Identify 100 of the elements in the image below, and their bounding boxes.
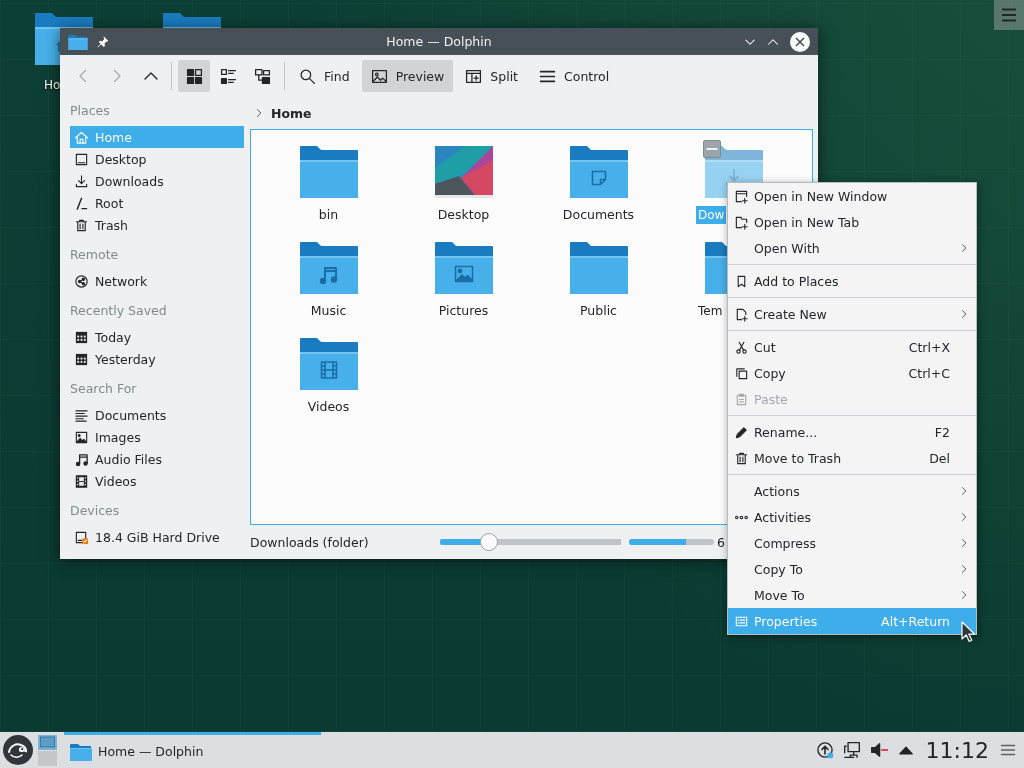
menu-item[interactable]: Create New	[728, 301, 976, 327]
file-name[interactable]: Tem	[696, 302, 725, 320]
virtual-desktop-icon[interactable]	[38, 734, 57, 750]
section-heading: Recently Saved	[70, 302, 168, 320]
clipboard-icon	[734, 391, 749, 407]
keyboard-shortcut: Del	[929, 450, 950, 466]
keyboard-shortcut: Ctrl+C	[908, 365, 950, 381]
find-button[interactable]: Find	[290, 60, 359, 92]
places-item[interactable]: Videos	[70, 470, 244, 492]
free-space-text: 6	[717, 534, 725, 550]
keyboard-shortcut: Alt+Return	[881, 613, 950, 629]
keyboard-shortcut: Ctrl+X	[908, 339, 950, 355]
image-icon	[74, 429, 89, 445]
pencil-icon	[734, 424, 749, 440]
places-item[interactable]: Yesterday	[70, 348, 244, 370]
app-launcher-icon[interactable]	[3, 735, 33, 765]
menu-item[interactable]: Move to Trash Del	[728, 445, 976, 471]
document-folder-icon[interactable]	[569, 146, 628, 198]
menu-icon[interactable]	[994, 0, 1024, 30]
home-icon	[74, 129, 89, 145]
clock[interactable]: 11:12	[925, 737, 989, 763]
places-item[interactable]: Today	[70, 326, 244, 348]
grid-view-icon	[185, 67, 203, 85]
menu-item[interactable]: Move To	[728, 582, 976, 608]
task-button[interactable]: Home — Dolphin	[64, 732, 321, 768]
section-heading: Search For	[70, 380, 138, 398]
places-item[interactable]: 18.4 GiB Hard Drive	[70, 526, 244, 548]
selection-toggle-icon[interactable]	[702, 140, 721, 158]
file-name[interactable]: Videos	[305, 398, 352, 416]
speaker-muted-icon[interactable]	[869, 741, 888, 759]
video-folder-icon[interactable]	[299, 338, 358, 390]
network-icon	[74, 273, 89, 289]
preview-button[interactable]: Preview	[361, 60, 454, 92]
folder-icon[interactable]	[569, 242, 628, 294]
menu-item[interactable]: Open in New Window	[728, 183, 976, 209]
menu-item[interactable]: Add to Places	[728, 268, 976, 294]
menu-item[interactable]: Compress	[728, 530, 976, 556]
hard-drive-icon	[74, 529, 89, 545]
places-item[interactable]: Images	[70, 426, 244, 448]
image-frame-icon	[370, 67, 388, 85]
folder-icon	[68, 33, 88, 50]
desktop-icon-label[interactable]: Ho	[44, 78, 61, 92]
calendar-icon	[74, 351, 89, 367]
close-icon[interactable]	[790, 31, 810, 52]
places-item[interactable]: Network	[70, 270, 244, 292]
file-name[interactable]: Music	[308, 302, 349, 320]
update-icon[interactable]	[815, 741, 834, 759]
file-name[interactable]: Pictures	[436, 302, 491, 320]
image-thumbnail[interactable]	[434, 146, 493, 198]
chevron-right-icon	[959, 590, 969, 600]
places-item[interactable]: Trash	[70, 214, 244, 236]
menu-item[interactable]: Copy Ctrl+C	[728, 360, 976, 386]
places-item[interactable]: Root	[70, 192, 244, 214]
split-button[interactable]: Split	[456, 60, 527, 92]
tree-view-icon	[253, 67, 271, 85]
section-heading: Devices	[70, 502, 121, 520]
new-tab-icon	[734, 214, 749, 230]
slider-handle[interactable]	[479, 533, 498, 551]
copy-icon	[734, 365, 749, 381]
split-view-icon	[465, 67, 483, 85]
chevron-right-icon	[959, 564, 969, 574]
menu-item[interactable]: Copy To	[728, 556, 976, 582]
download-icon	[74, 173, 89, 189]
file-name[interactable]: Documents	[560, 206, 637, 224]
calendar-icon	[74, 329, 89, 345]
trash-icon	[74, 217, 89, 233]
network-monitor-icon[interactable]	[842, 741, 861, 759]
new-file-icon	[734, 306, 749, 322]
places-item[interactable]: Documents	[70, 404, 244, 426]
view-mode-button[interactable]	[178, 60, 210, 92]
folder-icon[interactable]	[299, 146, 358, 198]
menu-item[interactable]: Open in New Tab	[728, 209, 976, 235]
text-lines-icon	[74, 407, 89, 423]
picture-folder-icon[interactable]	[434, 242, 493, 294]
breadcrumb-item[interactable]: Home	[271, 105, 312, 121]
file-name[interactable]: bin	[316, 206, 341, 224]
chevron-right-icon	[959, 486, 969, 496]
places-item[interactable]: Audio Files	[70, 448, 244, 470]
menu-icon[interactable]	[1000, 742, 1016, 758]
file-name[interactable]: Desktop	[435, 206, 492, 224]
file-name[interactable]: Public	[578, 302, 619, 320]
menu-item[interactable]: Rename... F2	[728, 419, 976, 445]
screen-icon	[74, 151, 89, 167]
control-button[interactable]: Control	[530, 60, 619, 92]
music-folder-icon[interactable]	[299, 242, 358, 294]
compact-view-icon	[219, 67, 237, 85]
chevron-right-icon	[959, 538, 969, 548]
menu-item[interactable]: Activities	[728, 504, 976, 530]
new-window-icon	[734, 188, 749, 204]
chevron-right-icon	[959, 243, 969, 253]
folder-icon	[70, 742, 92, 761]
places-item[interactable]: Downloads	[70, 170, 244, 192]
music-note-icon	[74, 451, 89, 467]
chevron-right-icon[interactable]	[254, 108, 264, 118]
pin-icon[interactable]	[97, 35, 109, 48]
menu-item[interactable]: Open With	[728, 235, 976, 261]
menu-item[interactable]: Actions	[728, 478, 976, 504]
menu-item[interactable]: Cut Ctrl+X	[728, 334, 976, 360]
section-heading: Remote	[70, 246, 120, 264]
places-item[interactable]: Desktop	[70, 148, 244, 170]
